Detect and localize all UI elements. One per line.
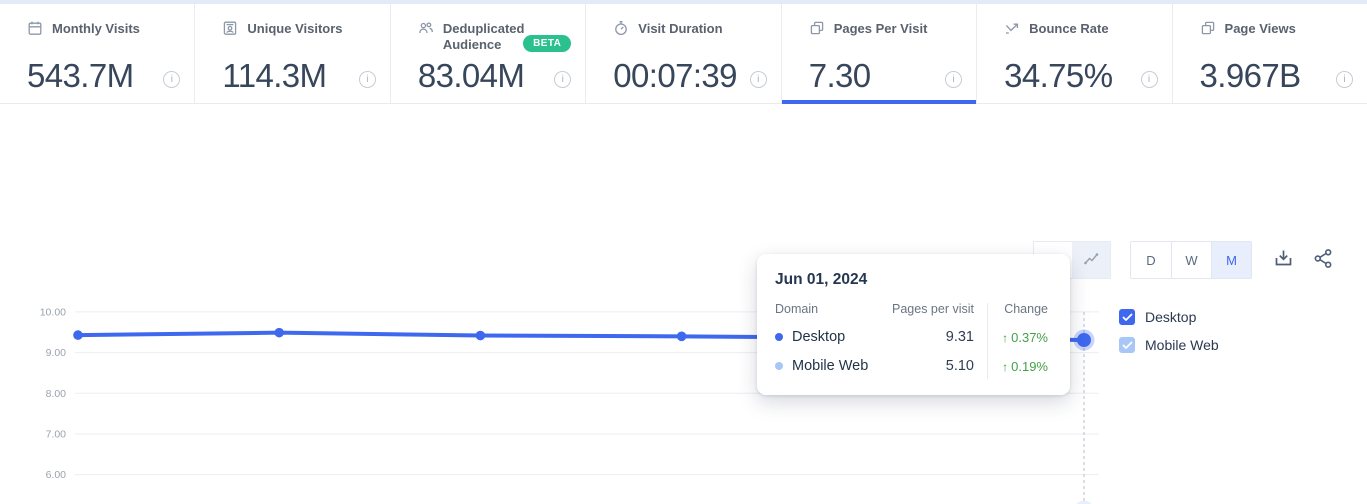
series-dot-icon: [775, 362, 783, 370]
beta-badge: BETA: [523, 35, 572, 52]
svg-text:6.00: 6.00: [46, 469, 67, 481]
info-icon[interactable]: i: [1140, 70, 1158, 88]
svg-text:9.00: 9.00: [46, 347, 67, 359]
metric-value: 3.967B: [1199, 57, 1302, 94]
metric-value: 543.7M: [27, 57, 134, 94]
legend-item-mobile-web[interactable]: Mobile Web: [1119, 337, 1219, 353]
info-icon[interactable]: i: [945, 70, 963, 88]
metric-value: 83.04M: [417, 57, 525, 94]
pages-per-visit-chart-section: DWM Desktop Mobile Web 6.00 7.00 8.00 9.…: [0, 104, 1367, 504]
arrow-up-icon: ↑: [1002, 330, 1009, 345]
info-icon[interactable]: i: [358, 70, 376, 88]
metric-card-monthly-visits[interactable]: Monthly Visits 543.7M i: [0, 4, 194, 103]
metric-label: Page Views: [1224, 21, 1296, 36]
tooltip-date: Jun 01, 2024: [775, 271, 868, 288]
metric-label: Monthly Visits: [52, 21, 140, 36]
checkbox-checked-icon[interactable]: [1119, 337, 1135, 353]
download-button[interactable]: [1272, 247, 1295, 273]
svg-text:8.00: 8.00: [46, 388, 67, 400]
metric-card-bounce-rate[interactable]: Bounce Rate 34.75% i: [976, 4, 1171, 103]
people-icon: [418, 20, 434, 40]
tooltip-domain-name: Desktop: [792, 329, 846, 345]
metric-card-header: Pages Per Visit: [809, 21, 962, 55]
metric-value: 34.75%: [1004, 57, 1113, 94]
id-card-icon: [222, 20, 238, 40]
info-icon[interactable]: i: [554, 70, 572, 88]
metric-label: Visit Duration: [638, 21, 723, 36]
info-icon[interactable]: i: [1335, 70, 1353, 88]
legend-label: Desktop: [1145, 309, 1197, 325]
pages-icon: [809, 20, 825, 40]
tooltip-col-change: Change: [1004, 302, 1048, 316]
metric-value: 00:07:39: [613, 57, 737, 94]
metric-card-unique-visitors[interactable]: Unique Visitors 114.3M i: [194, 4, 389, 103]
granularity-switch: DWM: [1130, 241, 1252, 279]
pages-icon: [1200, 20, 1216, 40]
tooltip-row-mobile-web: Mobile Web 5.10 ↑ 0.19%: [757, 358, 1070, 374]
metric-label: Pages Per Visit: [833, 21, 928, 36]
download-icon: [1272, 250, 1295, 273]
metric-card-header: Unique Visitors: [222, 21, 375, 55]
arrow-up-icon: ↑: [1002, 359, 1009, 374]
share-icon: [1312, 249, 1335, 273]
granularity-m-button[interactable]: M: [1211, 242, 1251, 278]
share-button[interactable]: [1312, 247, 1335, 273]
legend-item-desktop[interactable]: Desktop: [1119, 309, 1219, 325]
info-icon[interactable]: i: [163, 70, 181, 88]
metric-card-page-views[interactable]: Page Views 3.967B i: [1171, 4, 1367, 103]
series-dot-icon: [775, 333, 783, 341]
legend-label: Mobile Web: [1145, 337, 1219, 353]
tooltip-row-desktop: Desktop 9.31 ↑ 0.37%: [757, 329, 1070, 345]
metric-card-pages-per-visit[interactable]: Pages Per Visit 7.30 i: [780, 4, 977, 104]
info-icon[interactable]: i: [749, 70, 767, 88]
metric-card-header: Visit Duration: [613, 21, 766, 55]
line-chart-toggle-button[interactable]: [1072, 242, 1110, 278]
chart-legend: Desktop Mobile Web: [1119, 309, 1219, 353]
granularity-w-button[interactable]: W: [1171, 242, 1211, 278]
bounce-arrow-icon: [1004, 20, 1020, 40]
tooltip-change: ↑ 0.37%: [1002, 329, 1048, 345]
tooltip-col-value: Pages per visit: [892, 302, 974, 316]
tooltip-domain-name: Mobile Web: [792, 358, 869, 374]
tooltip-col-domain: Domain: [775, 302, 819, 316]
svg-text:7.00: 7.00: [46, 428, 67, 440]
analytics-overview-page: Monthly Visits 543.7M i Unique Visitors 114.…: [0, 0, 1367, 504]
line-chart-icon: [1083, 250, 1100, 270]
metric-card-header: Page Views: [1200, 21, 1353, 55]
stopwatch-icon: [613, 20, 629, 40]
metric-card-header: Monthly Visits: [27, 21, 180, 55]
metric-card-header: Bounce Rate: [1004, 21, 1157, 55]
tooltip-change: ↑ 0.19%: [1002, 358, 1048, 374]
metrics-bar: Monthly Visits 543.7M i Unique Visitors 114.…: [0, 0, 1367, 104]
chart-tooltip: Jun 01, 2024 Domain Pages per visit Chan…: [757, 254, 1070, 395]
metric-value: 114.3M: [222, 57, 327, 94]
metric-label: Bounce Rate: [1029, 21, 1109, 36]
metric-card-visit-duration[interactable]: Visit Duration 00:07:39 i: [585, 4, 780, 103]
tooltip-value: 9.31: [945, 329, 974, 345]
metric-card-deduplicated-audience[interactable]: Deduplicated Audience BETA 83.04M i: [389, 4, 585, 103]
metric-value: 7.30: [808, 57, 871, 94]
svg-text:10.00: 10.00: [40, 306, 66, 318]
tooltip-value: 5.10: [945, 358, 974, 374]
checkbox-checked-icon[interactable]: [1119, 309, 1135, 325]
calendar-icon: [27, 20, 43, 40]
granularity-d-button[interactable]: D: [1131, 242, 1171, 278]
metric-label: Unique Visitors: [247, 21, 343, 36]
tooltip-divider: [987, 303, 988, 379]
tooltip-column-headers: Domain Pages per visit Change: [757, 302, 1070, 316]
